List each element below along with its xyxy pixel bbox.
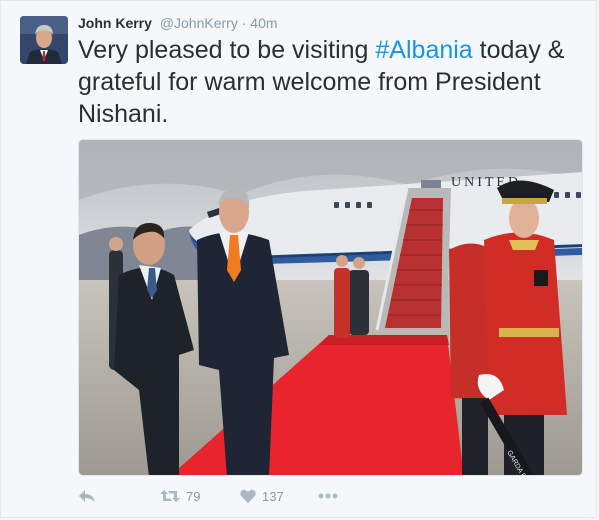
reply-icon xyxy=(79,490,95,502)
avatar-image xyxy=(20,16,68,64)
tweet-photo[interactable]: UNITED GARDA E xyxy=(78,139,583,476)
header-separator: · xyxy=(241,15,247,31)
reply-button[interactable] xyxy=(78,489,160,503)
more-button[interactable] xyxy=(318,493,338,499)
photo-image: UNITED GARDA E xyxy=(79,140,582,475)
like-button[interactable]: 137 xyxy=(240,489,318,504)
tweet-text-start: Very pleased to be visiting xyxy=(78,36,376,64)
like-count: 137 xyxy=(262,488,284,504)
avatar[interactable] xyxy=(20,16,68,64)
retweet-button[interactable]: 79 xyxy=(160,489,240,504)
tweet-header: John Kerry @JohnKerry · 40m xyxy=(78,14,278,32)
tweet-card[interactable]: John Kerry @JohnKerry · 40m Very pleased… xyxy=(0,0,597,518)
author-handle[interactable]: @JohnKerry xyxy=(160,15,238,31)
tweet-actions: 79 137 xyxy=(78,485,338,507)
heart-icon xyxy=(240,489,256,503)
author-name[interactable]: John Kerry xyxy=(78,15,152,31)
tweet-text: Very pleased to be visiting #Albania tod… xyxy=(78,34,588,130)
retweet-icon xyxy=(160,490,180,502)
hashtag-link[interactable]: #Albania xyxy=(375,36,472,64)
more-icon xyxy=(318,493,338,499)
tweet-timestamp[interactable]: 40m xyxy=(250,15,277,31)
retweet-count: 79 xyxy=(186,488,201,504)
